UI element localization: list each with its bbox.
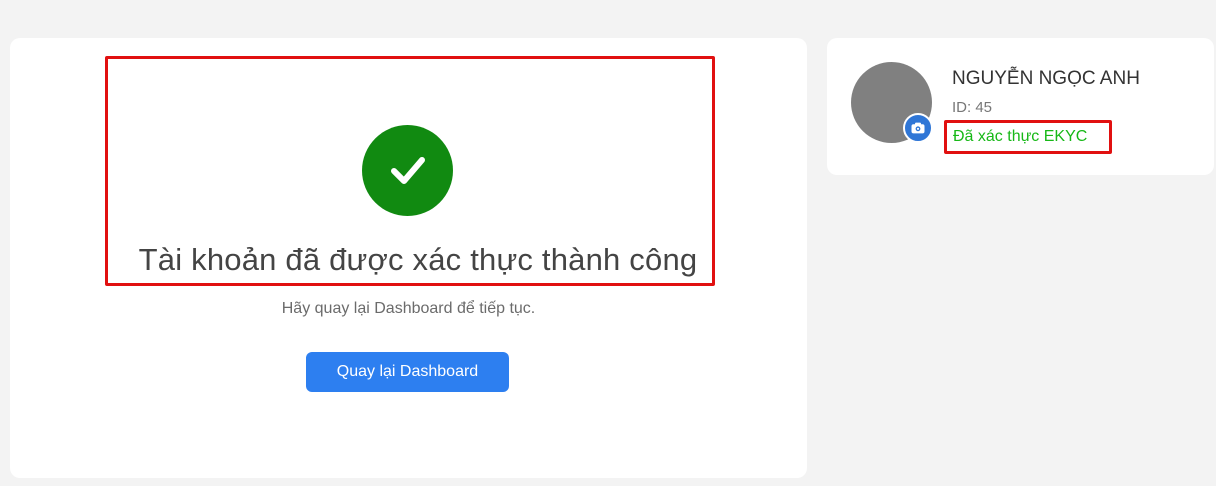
success-subtitle: Hãy quay lại Dashboard để tiếp tục. (281, 300, 536, 317)
profile-card: NGUYỄN NGỌC ANH ID: 45 Đã xác thực EKYC (827, 38, 1214, 175)
profile-id: ID: 45 (952, 99, 993, 116)
ekyc-status-badge: Đã xác thực EKYC (944, 120, 1112, 154)
check-circle-icon (362, 125, 453, 216)
verification-success-card: Tài khoản đã được xác thực thành công Hã… (10, 38, 807, 478)
profile-name: NGUYỄN NGỌC ANH (952, 68, 1140, 89)
checkmark-icon (390, 156, 425, 184)
camera-glyph-icon (911, 122, 925, 134)
back-to-dashboard-button[interactable]: Quay lại Dashboard (306, 352, 509, 392)
ekyc-status-text: Đã xác thực EKYC (953, 128, 1088, 145)
success-title: Tài khoản đã được xác thực thành công (138, 242, 698, 277)
camera-icon[interactable] (903, 113, 933, 143)
